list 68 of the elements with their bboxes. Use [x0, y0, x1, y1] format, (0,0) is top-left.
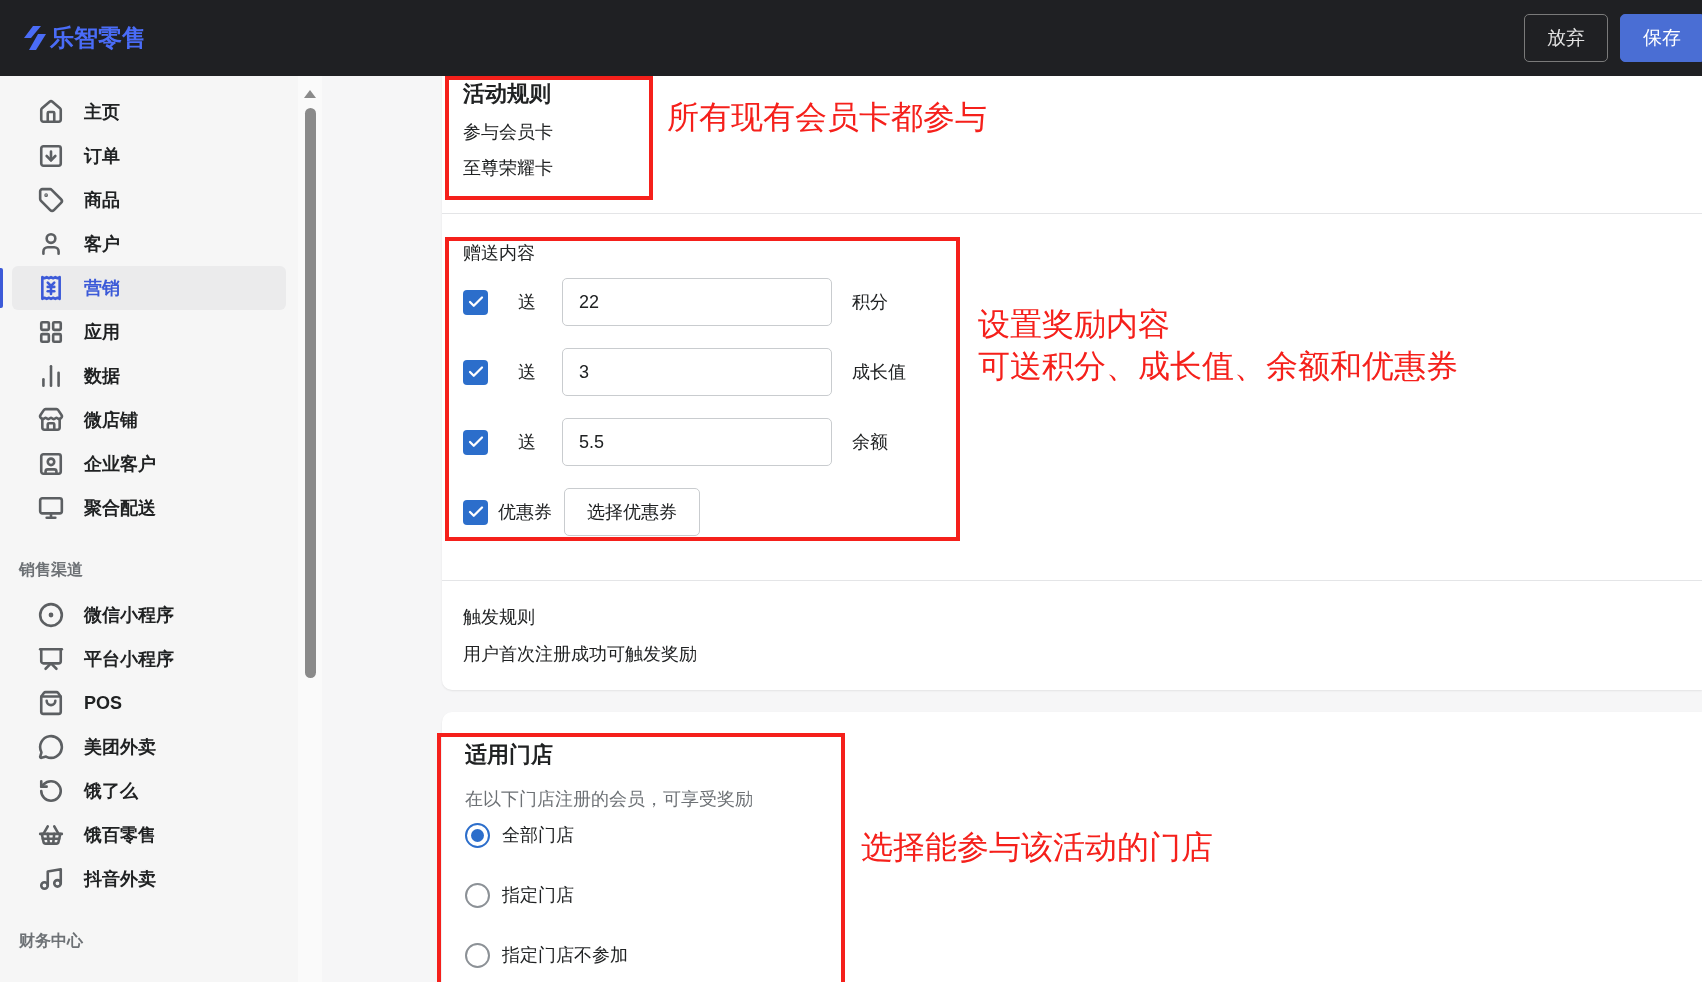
sidebar-item[interactable]: 美团外卖 — [12, 725, 286, 769]
checkbox[interactable] — [463, 499, 488, 525]
radio-button[interactable] — [465, 942, 490, 968]
logo-text: 乐智零售 — [50, 23, 146, 53]
radio-label: 指定门店 — [502, 884, 574, 907]
sidebar-item[interactable]: 平台小程序 — [12, 637, 286, 681]
checkbox[interactable] — [463, 429, 488, 455]
annotation-text: 选择能参与该活动的门店 — [861, 828, 1213, 867]
select-coupon-button[interactable]: 选择优惠券 — [564, 488, 700, 536]
logo-icon — [24, 26, 46, 50]
row-label: 送 — [518, 291, 537, 314]
shopping-bag-icon — [38, 690, 64, 716]
sidebar-item[interactable]: POS — [12, 681, 286, 725]
music-note-icon — [38, 866, 64, 892]
sidebar-item[interactable]: 微信小程序 — [12, 593, 286, 637]
section-title: 适用门店 — [465, 741, 554, 769]
sidebar-item[interactable]: 抖音外卖 — [12, 857, 286, 901]
sidebar-item[interactable]: 订单 — [12, 134, 286, 178]
radio-label: 指定门店不参加 — [502, 944, 628, 967]
selection-indicator — [0, 268, 3, 308]
annotation-text: 设置奖励内容 — [978, 305, 1171, 344]
sidebar-section-title: 销售渠道 — [17, 560, 84, 580]
unit-label: 成长值 — [852, 361, 906, 384]
input-field[interactable]: 3 — [562, 348, 832, 396]
checkbox[interactable] — [463, 289, 488, 315]
sidebar-item[interactable]: 商品 — [12, 178, 286, 222]
storefront-icon — [38, 407, 64, 433]
grid-plus-icon — [38, 319, 64, 345]
row-label: 优惠券 — [498, 501, 553, 524]
row-label: 送 — [518, 361, 537, 384]
sidebar-item[interactable]: 微店铺 — [12, 398, 286, 442]
radio-label: 全部门店 — [502, 824, 574, 847]
radio-button[interactable] — [465, 822, 490, 848]
sidebar-item[interactable]: 客户 — [12, 222, 286, 266]
save-button[interactable]: 保存 — [1620, 14, 1702, 62]
sidebar-item[interactable]: 企业客户 — [12, 442, 286, 486]
home-icon — [38, 99, 64, 125]
radio-button[interactable] — [465, 882, 490, 908]
basket-icon — [38, 822, 64, 848]
section-title: 活动规则 — [463, 80, 552, 108]
sidebar-item[interactable]: 饿百零售 — [12, 813, 286, 857]
sidebar-item[interactable]: 数据 — [12, 354, 286, 398]
rule-text: 用户首次注册成功可触发奖励 — [463, 643, 697, 666]
field-value: 至尊荣耀卡 — [463, 157, 554, 180]
hint-text: 在以下门店注册的会员，可享受奖励 — [465, 788, 754, 811]
checkbox[interactable] — [463, 359, 488, 385]
field-label: 参与会员卡 — [463, 121, 554, 144]
unit-label: 余额 — [852, 431, 888, 454]
monitor-icon — [38, 495, 64, 521]
discard-button[interactable]: 放弃 — [1524, 14, 1608, 62]
sidebar-item[interactable]: 聚合配送 — [12, 486, 286, 530]
yen-receipt-icon — [38, 275, 64, 301]
inbox-download-icon — [38, 143, 64, 169]
section-title: 赠送内容 — [463, 242, 536, 265]
input-field[interactable]: 22 — [562, 278, 832, 326]
person-badge-icon — [38, 451, 64, 477]
sidebar-item[interactable]: 主页 — [12, 90, 286, 134]
section-title: 触发规则 — [463, 606, 535, 629]
unit-label: 积分 — [852, 291, 888, 314]
input-field[interactable]: 5.5 — [562, 418, 832, 466]
sidebar-item[interactable]: 应用 — [12, 310, 286, 354]
sidebar-section-title: 财务中心 — [18, 931, 84, 951]
annotation-text: 所有现有会员卡都参与 — [667, 98, 987, 137]
speech-bubble-icon — [38, 734, 64, 760]
tag-icon — [38, 187, 64, 213]
row-label: 送 — [518, 431, 537, 454]
annotation-text: 可送积分、成长值、余额和优惠券 — [978, 347, 1458, 386]
sidebar-item[interactable]: 饿了么 — [12, 769, 286, 813]
